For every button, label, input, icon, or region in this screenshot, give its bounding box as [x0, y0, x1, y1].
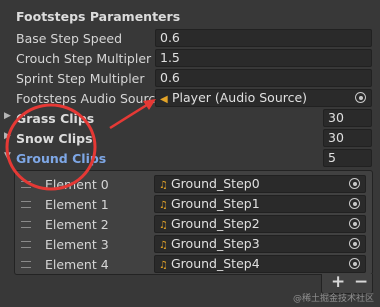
sprint-step-multipler-label: Sprint Step Multipler	[16, 71, 145, 86]
object-picker-icon[interactable]	[349, 218, 360, 229]
crouch-step-multipler-field[interactable]: 1.5	[155, 49, 372, 67]
list-item: Element 0 ♫ Ground_Step0	[15, 175, 372, 194]
drag-handle-icon[interactable]	[21, 221, 31, 228]
list-item: Element 1 ♫ Ground_Step1	[15, 195, 372, 214]
crouch-step-multipler-label: Crouch Step Multipler	[16, 51, 152, 66]
audio-clip-field[interactable]: ♫ Ground_Step0	[154, 175, 366, 193]
audio-clip-value: Ground_Step0	[171, 176, 260, 191]
audio-clip-field[interactable]: ♫ Ground_Step4	[154, 255, 366, 273]
music-note-icon: ♫	[159, 180, 168, 191]
audio-source-label: Footsteps Audio Source	[16, 91, 163, 106]
music-note-icon: ♫	[159, 240, 168, 251]
grass-clips-size-field[interactable]: 30	[323, 109, 372, 127]
sprint-step-multipler-field[interactable]: 0.6	[155, 69, 372, 87]
watermark: @稀土掘金技术社区	[292, 294, 374, 304]
drag-handle-icon[interactable]	[21, 201, 31, 208]
list-item: Element 2 ♫ Ground_Step2	[15, 215, 372, 234]
snow-clips-size-field[interactable]: 30	[323, 129, 372, 147]
grass-clips-label: Grass Clips	[16, 111, 95, 126]
audio-clip-value: Ground_Step3	[171, 236, 260, 251]
object-picker-icon[interactable]	[349, 178, 360, 189]
element-label: Element 4	[45, 257, 109, 272]
audio-source-field[interactable]: ◀ Player (Audio Source)	[155, 89, 372, 107]
element-label: Element 3	[45, 237, 109, 252]
object-picker-icon[interactable]	[355, 92, 366, 103]
speaker-icon: ◀	[160, 94, 168, 105]
foldout-grass-clips[interactable]: ▶ Grass Clips 30	[0, 109, 380, 128]
audio-source-row: Footsteps Audio Source ◀ Player (Audio So…	[0, 89, 380, 108]
ground-clips-list: Element 0 ♫ Ground_Step0 Element 1 ♫ Groun…	[14, 170, 373, 275]
drag-handle-icon[interactable]	[21, 181, 31, 188]
sprint-step-multipler-row: Sprint Step Multipler 0.6	[0, 69, 380, 88]
music-note-icon: ♫	[159, 200, 168, 211]
object-picker-icon[interactable]	[349, 198, 360, 209]
music-note-icon: ♫	[159, 260, 168, 271]
audio-clip-field[interactable]: ♫ Ground_Step1	[154, 195, 366, 213]
drag-handle-icon[interactable]	[21, 241, 31, 248]
chevron-right-icon[interactable]: ▶	[4, 131, 11, 141]
audio-clip-value: Ground_Step1	[171, 196, 260, 211]
snow-clips-label: Snow Clips	[16, 131, 93, 146]
element-label: Element 2	[45, 217, 109, 232]
section-header: Footsteps Paramenters	[16, 9, 181, 24]
chevron-down-icon[interactable]: ▼	[4, 151, 11, 161]
music-note-icon: ♫	[159, 220, 168, 231]
audio-clip-value: Ground_Step2	[171, 216, 260, 231]
chevron-right-icon[interactable]: ▶	[4, 111, 11, 121]
remove-element-button[interactable]: −	[354, 272, 368, 292]
audio-clip-field[interactable]: ♫ Ground_Step2	[154, 215, 366, 233]
add-element-button[interactable]: +	[331, 272, 345, 292]
object-picker-icon[interactable]	[349, 258, 360, 269]
element-label: Element 0	[45, 177, 109, 192]
crouch-step-multipler-row: Crouch Step Multipler 1.5	[0, 49, 380, 68]
base-step-speed-field[interactable]: 0.6	[155, 29, 372, 47]
element-label: Element 1	[45, 197, 109, 212]
foldout-snow-clips[interactable]: ▶ Snow Clips 30	[0, 129, 380, 148]
list-item: Element 3 ♫ Ground_Step3	[15, 235, 372, 254]
base-step-speed-label: Base Step Speed	[16, 31, 123, 46]
inspector-panel: Footsteps Paramenters Base Step Speed 0.…	[0, 0, 380, 307]
foldout-ground-clips[interactable]: ▼ Ground Clips 5	[0, 149, 380, 168]
object-picker-icon[interactable]	[349, 238, 360, 249]
base-step-speed-row: Base Step Speed 0.6	[0, 29, 380, 48]
drag-handle-icon[interactable]	[21, 261, 31, 268]
list-item: Element 4 ♫ Ground_Step4	[15, 255, 372, 274]
ground-clips-label: Ground Clips	[16, 151, 107, 166]
audio-clip-value: Ground_Step4	[171, 256, 260, 271]
audio-source-value: Player (Audio Source)	[172, 90, 308, 105]
ground-clips-size-field[interactable]: 5	[323, 149, 372, 167]
audio-clip-field[interactable]: ♫ Ground_Step3	[154, 235, 366, 253]
